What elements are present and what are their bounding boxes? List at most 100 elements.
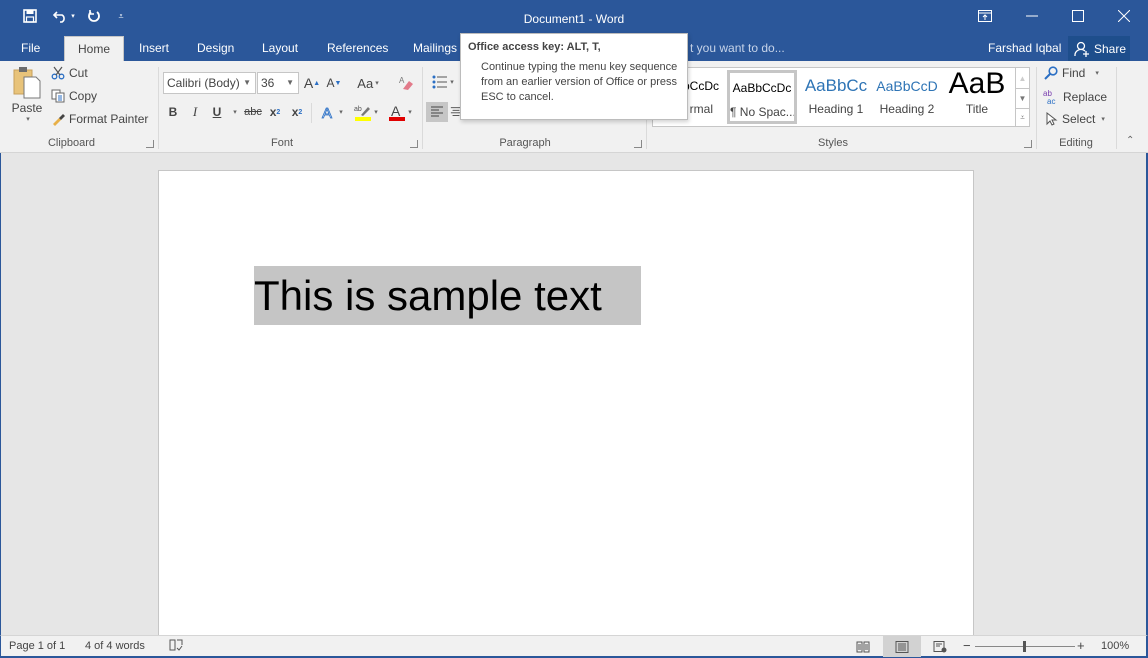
superscript-button[interactable]: x2 [288,102,306,122]
paste-label: Paste [11,101,43,115]
style-name: Title [965,102,989,116]
ribbon-display-options-button[interactable] [970,4,1000,28]
paste-button[interactable]: Paste ▾ [8,65,46,133]
tab-insert[interactable]: Insert [130,36,178,61]
search-icon [1044,66,1058,80]
style-preview: AaBbCc [804,76,868,95]
tab-home[interactable]: Home [64,36,124,61]
tab-design[interactable]: Design [188,36,243,61]
paragraph-launcher-icon[interactable] [634,140,642,148]
maximize-icon [1072,10,1084,22]
tell-me-search[interactable]: t you want to do... [690,41,785,55]
svg-text:ac: ac [1047,97,1055,105]
clear-formatting-button[interactable]: A [395,73,417,93]
tab-file[interactable]: File [12,36,49,61]
cut-button[interactable]: Cut [51,66,88,80]
scissors-icon [51,66,65,80]
style-preview: AaBbCcDc [732,81,792,95]
tooltip-title: Office access key: ALT, T, [468,41,601,53]
styles-group-label: Styles [818,137,848,149]
print-layout-button[interactable] [883,636,921,657]
font-group-label: Font [270,137,293,149]
shrink-font-icon: A [326,76,335,90]
style-no-spacing[interactable]: AaBbCcDc ¶ No Spac... [727,70,797,124]
underline-dropdown-icon[interactable]: ▾ [231,102,239,122]
tab-layout[interactable]: Layout [253,36,307,61]
styles-launcher-icon[interactable] [1024,140,1032,148]
subscript-icon: x [269,105,277,119]
gallery-scroll-down[interactable]: ▼ [1015,88,1029,108]
tab-references[interactable]: References [318,36,397,61]
zoom-slider[interactable] [975,641,1075,652]
read-mode-icon [856,641,870,652]
underline-button[interactable]: U [209,102,225,122]
group-separator [1036,67,1037,149]
find-dropdown-icon[interactable]: ▾ [1095,69,1099,77]
user-name[interactable]: Farshad Iqbal [988,41,1061,55]
select-dropdown-icon[interactable]: ▾ [1101,115,1105,123]
ribbon-display-options-icon [978,10,992,22]
cut-label: Cut [69,66,88,80]
document-page[interactable]: This is sample text [158,170,974,640]
zoom-out-button[interactable]: − [963,638,971,653]
bullets-button[interactable]: ▾ [428,72,458,92]
highlighter-icon: ab [354,106,372,121]
tab-mailings[interactable]: Mailings [404,36,466,61]
highlight-color-button[interactable]: ab ▾ [350,102,382,122]
clear-formatting-icon: A [399,76,413,90]
web-layout-button[interactable] [921,636,959,657]
style-title[interactable]: AaB Title [942,70,1012,124]
subscript-button[interactable]: x2 [266,102,284,122]
replace-button[interactable]: ab ac Replace [1043,89,1107,105]
shrink-font-button[interactable]: A ▼ [325,73,343,93]
minimize-button[interactable] [1017,4,1047,28]
share-label: Share [1094,41,1127,56]
font-name-combo[interactable]: Calibri (Body) ▼ [163,72,256,94]
style-heading-1[interactable]: AaBbCc Heading 1 [801,70,871,124]
select-button[interactable]: Select ▾ [1046,112,1105,126]
share-person-icon [1074,41,1089,57]
zoom-level[interactable]: 100% [1101,640,1129,652]
editing-group-label: Editing [1059,137,1093,149]
zoom-in-button[interactable]: + [1077,638,1085,653]
chevron-down-icon: ▼ [243,78,251,87]
copy-icon [51,89,65,103]
text-effects-button[interactable]: A ▾ [317,102,347,122]
align-left-button[interactable] [426,102,448,122]
zoom-slider-thumb[interactable] [1023,641,1026,652]
close-button[interactable] [1109,4,1139,28]
document-area[interactable]: This is sample text [0,153,1148,640]
bold-button[interactable]: B [165,102,181,122]
find-button[interactable]: Find ▾ [1044,66,1099,80]
paste-dropdown-icon[interactable]: ▾ [26,115,30,123]
proofing-button[interactable] [169,638,183,655]
word-count[interactable]: 4 of 4 words [85,640,145,652]
change-case-button[interactable]: Aa ▾ [352,73,384,93]
font-launcher-icon[interactable] [410,140,418,148]
style-name: ¶ No Spac... [730,105,796,119]
clipboard-launcher-icon[interactable] [146,140,154,148]
strikethrough-button[interactable]: abc [242,102,264,122]
chevron-up-icon: ⌃ [1126,135,1135,146]
copy-button[interactable]: Copy [51,89,97,103]
italic-button[interactable]: I [187,102,203,122]
group-separator [158,67,159,149]
font-size-combo[interactable]: 36 ▼ [257,72,299,94]
font-size-value: 36 [261,76,275,90]
title-bar: ▾ ⩡ Document1 - Word [0,0,1148,36]
read-mode-button[interactable] [844,636,882,657]
style-heading-2[interactable]: AaBbCcD Heading 2 [872,70,942,124]
collapse-ribbon-button[interactable]: ⌃ [1126,135,1134,146]
gallery-more[interactable]: ⩡ [1015,108,1029,126]
grow-font-button[interactable]: A ▲ [303,73,321,93]
selected-document-text[interactable]: This is sample text [254,266,641,325]
format-painter-button[interactable]: Format Painter [51,112,148,126]
font-color-icon: A [389,103,406,121]
page-count[interactable]: Page 1 of 1 [9,640,65,652]
print-layout-icon [895,640,909,653]
font-color-button[interactable]: A ▾ [384,102,416,122]
bullets-icon [432,75,448,89]
gallery-scroll-up[interactable]: ▲ [1015,68,1029,88]
maximize-button[interactable] [1063,4,1093,28]
share-button[interactable]: Share [1068,36,1130,61]
